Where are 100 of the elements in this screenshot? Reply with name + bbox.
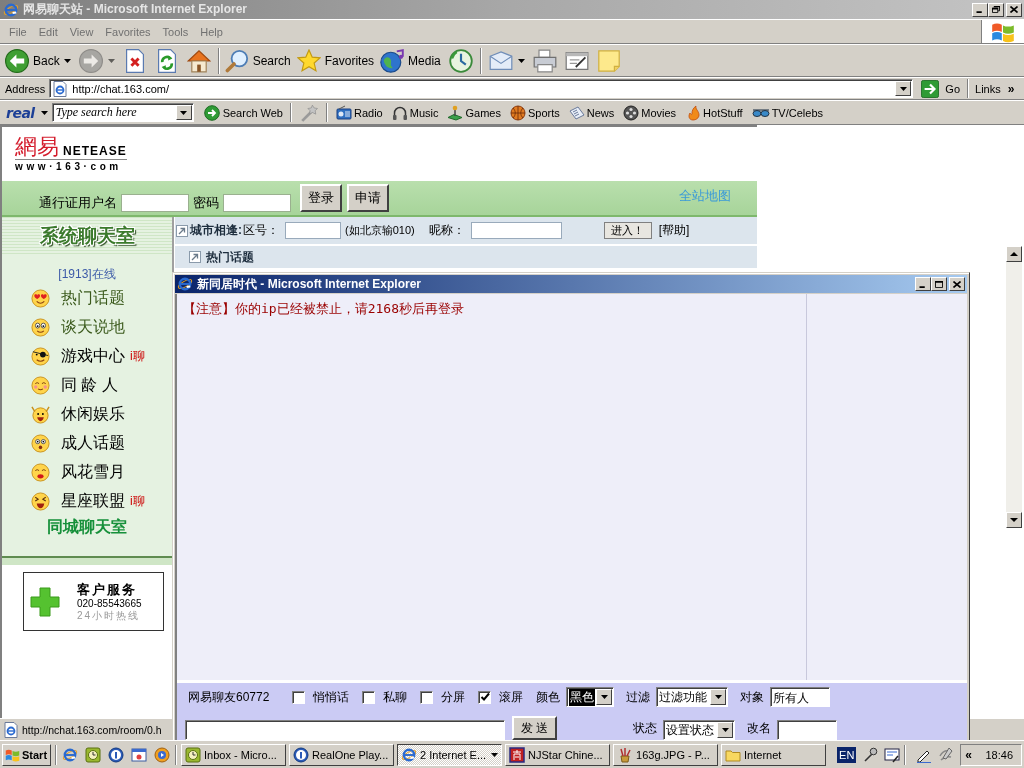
hot-topics-label[interactable]: 热门话题 xyxy=(206,248,254,266)
room-link[interactable]: 风花雪月 xyxy=(61,462,125,483)
player-icon[interactable] xyxy=(108,746,125,763)
help-link[interactable]: [帮助] xyxy=(658,222,690,239)
dropdown-button[interactable] xyxy=(596,689,612,705)
restore-icon xyxy=(992,6,1000,13)
area-code-field[interactable] xyxy=(285,222,341,239)
news-link[interactable]: News xyxy=(568,104,615,121)
message-field[interactable] xyxy=(185,720,505,740)
search-button[interactable]: Search xyxy=(222,46,295,75)
real-logo[interactable]: real xyxy=(6,104,35,121)
start-button[interactable]: Start xyxy=(2,743,52,766)
chat-tag[interactable]: i聊 xyxy=(130,348,145,365)
scroll-up-button[interactable] xyxy=(1006,246,1022,262)
task-button[interactable]: RealOne Play... xyxy=(289,743,395,766)
scrollbar[interactable] xyxy=(1006,246,1022,528)
printer-icon[interactable] xyxy=(532,48,557,73)
sunglasses-icon xyxy=(751,107,770,118)
status-select[interactable]: 设置状态 xyxy=(663,720,735,740)
room-link[interactable]: 热门话题 xyxy=(61,288,125,309)
close-button[interactable] xyxy=(949,277,965,291)
caret-icon[interactable] xyxy=(40,110,48,115)
filter-select[interactable]: 过滤功能 xyxy=(656,687,728,707)
room-link[interactable]: 谈天说地 xyxy=(61,317,125,338)
dropdown-button[interactable] xyxy=(710,689,726,705)
history-icon[interactable] xyxy=(448,48,473,73)
room-link[interactable]: 游戏中心 xyxy=(61,346,125,367)
service-card[interactable]: 客户服务 020-85543665 24小时热线 xyxy=(23,572,164,631)
music-link[interactable]: Music xyxy=(391,104,439,121)
enter-button[interactable]: 进入！ xyxy=(603,222,652,239)
celebs-link[interactable]: TV/Celebs xyxy=(751,106,823,119)
dropdown-button[interactable] xyxy=(717,722,733,738)
window-icon[interactable] xyxy=(131,746,148,763)
color-label: 颜色 xyxy=(536,688,560,706)
dropdown-button[interactable] xyxy=(175,105,192,120)
links-label[interactable]: Links xyxy=(972,82,1004,95)
sports-link[interactable]: Sports xyxy=(509,104,560,121)
minimize-button[interactable] xyxy=(915,277,931,291)
target-field[interactable]: 所有人 xyxy=(770,687,830,707)
checkbox[interactable] xyxy=(478,690,491,704)
close-button[interactable] xyxy=(1006,2,1022,17)
window-title: 新同居时代 - Microsoft Internet Explorer xyxy=(197,275,422,293)
rename-field[interactable] xyxy=(777,720,837,740)
home-icon[interactable] xyxy=(186,48,211,73)
browser-icon xyxy=(3,1,19,18)
color-select[interactable]: 黑色 xyxy=(566,687,614,707)
maximize-button[interactable] xyxy=(931,277,947,291)
media-button[interactable]: Media xyxy=(378,46,445,75)
hotstuff-link[interactable]: HotStuff xyxy=(685,104,743,121)
checkbox[interactable] xyxy=(292,690,305,704)
browser-icon[interactable] xyxy=(62,746,79,763)
games-link[interactable]: Games xyxy=(447,104,501,121)
play-icon[interactable] xyxy=(154,746,171,763)
cheering-face-icon xyxy=(31,405,50,424)
room-link[interactable]: 同 龄 人 xyxy=(61,375,118,396)
username-field[interactable] xyxy=(121,194,189,212)
room-link[interactable]: 成人话题 xyxy=(61,433,125,454)
address-field[interactable]: http://chat.163.com/ xyxy=(49,79,914,98)
online-count: [1913]在线 xyxy=(58,267,116,281)
favorites-button[interactable]: Favorites xyxy=(294,46,379,75)
pencil-icon[interactable] xyxy=(938,746,955,763)
task-button[interactable]: Internet xyxy=(721,743,827,766)
room-link[interactable]: 星座联盟 xyxy=(61,491,125,512)
room-link[interactable]: 休闲娱乐 xyxy=(61,404,125,425)
caret-icon xyxy=(721,728,729,732)
task-button[interactable]: Inbox - Micro... xyxy=(181,743,287,766)
scroll-down-button[interactable] xyxy=(1006,512,1022,528)
dropdown-button[interactable] xyxy=(895,81,912,96)
microphone-icon[interactable] xyxy=(862,746,879,763)
minimize-button[interactable] xyxy=(972,2,988,17)
login-button[interactable]: 申请 xyxy=(347,184,389,212)
clock: 18:46 xyxy=(985,748,1013,761)
search-web-button[interactable]: Search Web xyxy=(199,104,287,121)
back-button[interactable]: Back xyxy=(3,46,75,75)
login-button[interactable]: 登录 xyxy=(300,184,342,212)
option-label: 悄悄话 xyxy=(313,688,349,706)
search-field[interactable]: Type search here xyxy=(51,103,194,122)
caret-icon[interactable] xyxy=(517,58,525,63)
nickname-field[interactable] xyxy=(470,222,562,239)
newspaper-icon xyxy=(568,104,585,121)
city-rooms-link[interactable]: 同城聊天室 xyxy=(47,517,127,538)
writing-pad-icon[interactable] xyxy=(884,746,901,763)
surprised-face-icon xyxy=(31,434,50,453)
password-label: 密码 xyxy=(193,194,219,212)
movies-link[interactable]: Movies xyxy=(623,104,677,121)
task-button[interactable]: 163g.JPG - P... xyxy=(613,743,719,766)
more-links-button[interactable]: » xyxy=(1007,81,1015,96)
language-indicator[interactable]: EN xyxy=(837,746,857,763)
checkbox[interactable] xyxy=(362,690,375,704)
send-button[interactable]: 发 送 xyxy=(512,716,557,740)
checkbox[interactable] xyxy=(420,690,433,704)
password-field[interactable] xyxy=(223,194,291,212)
chat-tag[interactable]: i聊 xyxy=(130,493,145,510)
expand-tray-button[interactable]: « xyxy=(965,747,973,762)
task-button[interactable]: 2 Internet E... xyxy=(397,743,503,766)
task-button[interactable]: NJStar Chine... xyxy=(505,743,611,766)
radio-link[interactable]: Radio xyxy=(336,104,383,121)
restore-button[interactable] xyxy=(988,2,1004,17)
clock-icon[interactable] xyxy=(85,746,102,763)
go-button[interactable]: Go xyxy=(917,78,965,99)
